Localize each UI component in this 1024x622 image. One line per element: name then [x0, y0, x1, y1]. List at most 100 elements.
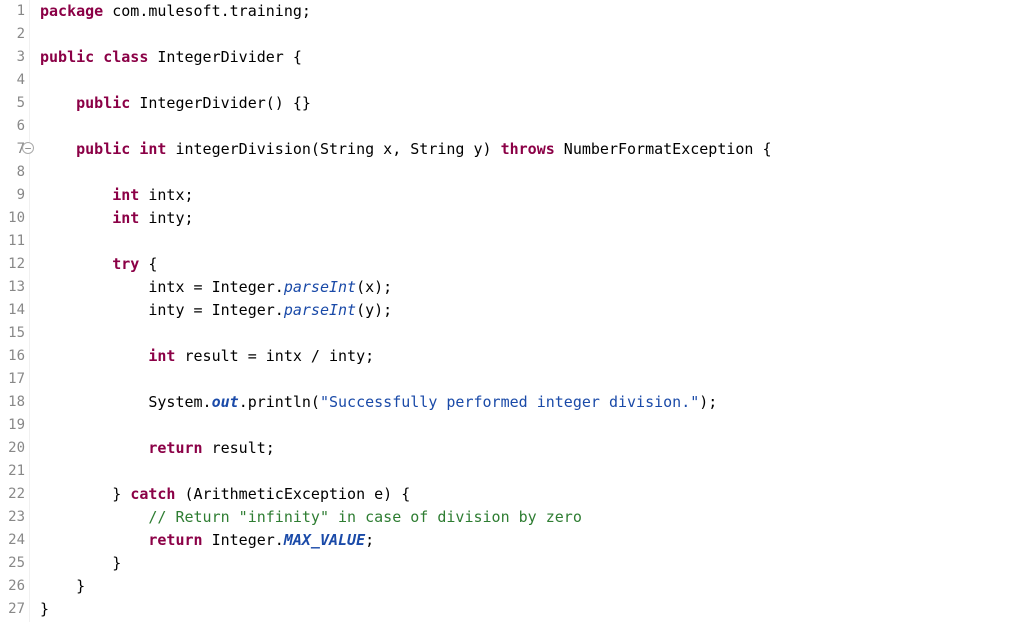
line-number: 4: [0, 69, 25, 92]
line-number: 15: [0, 322, 25, 345]
code-line[interactable]: }: [40, 575, 1024, 598]
code-token: int: [112, 209, 139, 227]
line-number: 22: [0, 483, 25, 506]
line-number: 19: [0, 414, 25, 437]
line-number: 11: [0, 230, 25, 253]
code-line[interactable]: [40, 414, 1024, 437]
code-token: }: [40, 600, 49, 618]
code-token: try: [112, 255, 139, 273]
code-line[interactable]: [40, 368, 1024, 391]
line-number: 27: [0, 598, 25, 621]
code-token: .println(: [239, 393, 320, 411]
line-number: 3: [0, 46, 25, 69]
code-token: (y);: [356, 301, 392, 319]
line-number: 25: [0, 552, 25, 575]
code-line[interactable]: return Integer.MAX_VALUE;: [40, 529, 1024, 552]
code-token: }: [40, 577, 85, 595]
code-token: public int: [76, 140, 166, 158]
code-token: inty = Integer.: [40, 301, 284, 319]
code-token: intx;: [139, 186, 193, 204]
code-editor: 1234567−89101112131415161718192021222324…: [0, 0, 1024, 622]
code-token: "Successfully performed integer division…: [320, 393, 699, 411]
code-token: int: [112, 186, 139, 204]
code-token: [40, 347, 148, 365]
line-number: 7−: [0, 138, 25, 161]
code-token: );: [699, 393, 717, 411]
code-token: [40, 186, 112, 204]
code-line[interactable]: package com.mulesoft.training;: [40, 0, 1024, 23]
code-token: {: [139, 255, 157, 273]
code-token: MAX_VALUE: [284, 531, 365, 549]
code-line[interactable]: // Return "infinity" in case of division…: [40, 506, 1024, 529]
code-token: [40, 439, 148, 457]
line-number: 21: [0, 460, 25, 483]
code-token: }: [40, 485, 130, 503]
code-token: IntegerDivider() {}: [130, 94, 311, 112]
code-line[interactable]: [40, 23, 1024, 46]
code-token: int: [148, 347, 175, 365]
code-token: integerDivision(String x, String y): [166, 140, 500, 158]
line-number: 5: [0, 92, 25, 115]
code-line[interactable]: inty = Integer.parseInt(y);: [40, 299, 1024, 322]
code-line[interactable]: int result = intx / inty;: [40, 345, 1024, 368]
code-line[interactable]: [40, 69, 1024, 92]
line-number: 24: [0, 529, 25, 552]
code-line[interactable]: }: [40, 598, 1024, 621]
code-token: [40, 94, 76, 112]
code-token: throws: [501, 140, 555, 158]
line-number: 17: [0, 368, 25, 391]
code-token: public: [76, 94, 130, 112]
code-line[interactable]: [40, 161, 1024, 184]
code-line[interactable]: [40, 322, 1024, 345]
code-line[interactable]: System.out.println("Successfully perform…: [40, 391, 1024, 414]
code-token: NumberFormatException {: [555, 140, 772, 158]
line-number: 9: [0, 184, 25, 207]
code-line[interactable]: [40, 460, 1024, 483]
code-token: com.mulesoft.training;: [112, 2, 311, 20]
code-token: [40, 140, 76, 158]
code-token: parseInt: [284, 278, 356, 296]
code-token: }: [40, 554, 121, 572]
code-token: public class: [40, 48, 157, 66]
code-token: inty;: [139, 209, 193, 227]
code-line[interactable]: public class IntegerDivider {: [40, 46, 1024, 69]
code-line[interactable]: } catch (ArithmeticException e) {: [40, 483, 1024, 506]
line-number: 16: [0, 345, 25, 368]
code-line[interactable]: return result;: [40, 437, 1024, 460]
code-token: [40, 508, 148, 526]
line-number: 20: [0, 437, 25, 460]
code-token: IntegerDivider {: [157, 48, 302, 66]
code-token: intx = Integer.: [40, 278, 284, 296]
line-number: 10: [0, 207, 25, 230]
code-token: ;: [365, 531, 374, 549]
line-number: 6: [0, 115, 25, 138]
code-line[interactable]: intx = Integer.parseInt(x);: [40, 276, 1024, 299]
line-number: 12: [0, 253, 25, 276]
code-line[interactable]: int intx;: [40, 184, 1024, 207]
line-number: 13: [0, 276, 25, 299]
code-token: return: [148, 439, 202, 457]
code-line[interactable]: [40, 230, 1024, 253]
fold-toggle-icon[interactable]: −: [22, 142, 34, 154]
code-token: result;: [203, 439, 275, 457]
code-token: (ArithmeticException e) {: [175, 485, 410, 503]
code-token: [40, 531, 148, 549]
line-number: 14: [0, 299, 25, 322]
code-token: [40, 209, 112, 227]
line-number: 18: [0, 391, 25, 414]
code-line[interactable]: public int integerDivision(String x, Str…: [40, 138, 1024, 161]
code-area[interactable]: package com.mulesoft.training; public cla…: [30, 0, 1024, 622]
code-line[interactable]: int inty;: [40, 207, 1024, 230]
code-token: (x);: [356, 278, 392, 296]
code-line[interactable]: public IntegerDivider() {}: [40, 92, 1024, 115]
code-token: out: [212, 393, 239, 411]
code-token: Integer.: [203, 531, 284, 549]
line-number: 8: [0, 161, 25, 184]
code-token: package: [40, 2, 112, 20]
code-token: System.: [40, 393, 212, 411]
code-token: [40, 255, 112, 273]
code-line[interactable]: }: [40, 552, 1024, 575]
code-line[interactable]: try {: [40, 253, 1024, 276]
code-line[interactable]: [40, 115, 1024, 138]
code-token: // Return "infinity" in case of division…: [148, 508, 581, 526]
